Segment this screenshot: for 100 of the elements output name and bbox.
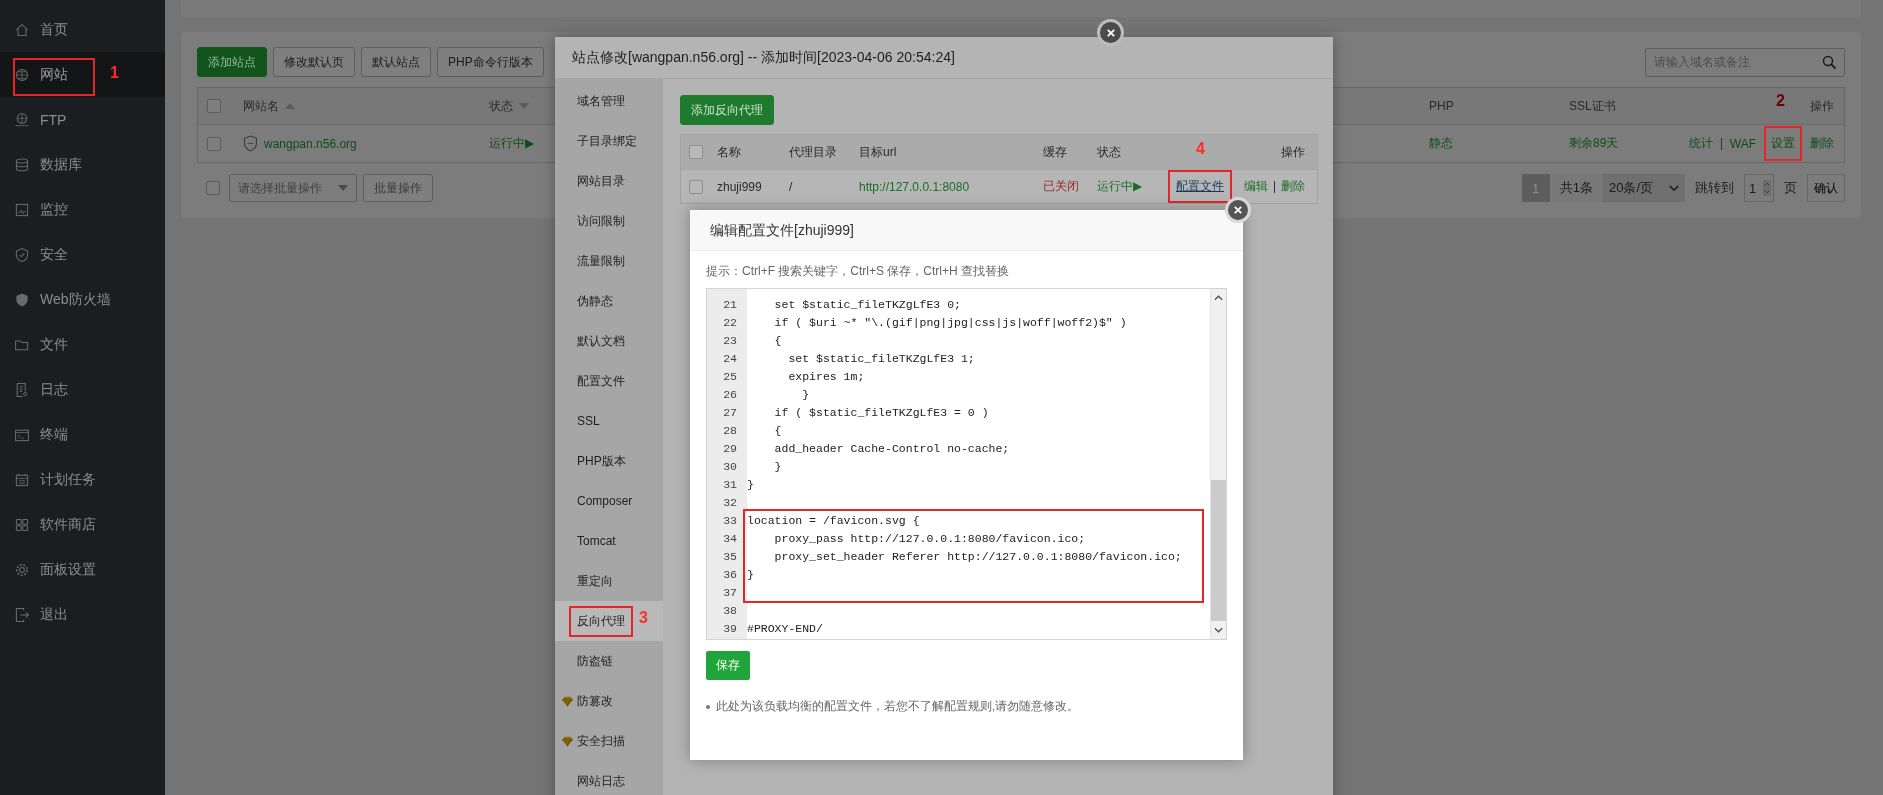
- chevron-up-icon[interactable]: [1213, 294, 1224, 302]
- action-link[interactable]: 删除: [1281, 178, 1305, 195]
- code-line: #PROXY-END/: [747, 621, 823, 635]
- line-number: 38: [722, 603, 738, 617]
- calendar-icon: [14, 471, 30, 488]
- diamond-icon: [561, 735, 574, 747]
- code-line: expires 1m;: [787, 369, 865, 383]
- column-header: 名称: [717, 143, 741, 161]
- cache-status-link[interactable]: 已关闭: [1043, 178, 1079, 195]
- sidebar-item[interactable]: 终端: [0, 412, 165, 457]
- toolbar-button[interactable]: 默认站点: [361, 47, 431, 77]
- sort-icon[interactable]: [519, 103, 529, 109]
- dialog-menu-item[interactable]: 配置文件: [555, 361, 663, 401]
- code-line: location = /favicon.svg {: [747, 513, 920, 527]
- checkbox[interactable]: [207, 99, 221, 113]
- target-url-link[interactable]: http://127.0.0.1:8080: [859, 179, 970, 194]
- table-cell-text: /: [789, 179, 794, 194]
- annotation-box: [569, 606, 633, 637]
- line-number: 30: [722, 459, 738, 473]
- code-line: set $static_fileTKZgLfE3 1;: [787, 351, 975, 365]
- annotation-number: 2: [1776, 92, 1785, 110]
- dialog-menu-item[interactable]: 流量限制: [555, 241, 663, 281]
- dialog-menu-item[interactable]: 网站日志: [555, 761, 663, 795]
- sidebar-item[interactable]: 面板设置: [0, 547, 165, 592]
- column-header[interactable]: 网站名: [243, 97, 279, 115]
- chevron-down-icon[interactable]: [1213, 626, 1224, 634]
- search-icon[interactable]: [1822, 54, 1837, 70]
- toolbar-button[interactable]: 添加站点: [197, 47, 267, 77]
- logout-icon: [14, 606, 30, 623]
- column-header[interactable]: 状态: [489, 97, 513, 115]
- confirm-button[interactable]: 确认: [1807, 174, 1845, 202]
- dialog-menu-item[interactable]: 安全扫描: [555, 721, 663, 761]
- line-number: 33: [722, 513, 738, 527]
- sidebar-item[interactable]: 退出: [0, 592, 165, 637]
- action-link[interactable]: 配置文件: [1176, 178, 1224, 195]
- dialog-menu-item[interactable]: 域名管理: [555, 81, 663, 121]
- dialog-menu-item[interactable]: SSL: [555, 401, 663, 441]
- globe-icon: [14, 66, 30, 83]
- sidebar-item[interactable]: FTP: [0, 97, 165, 142]
- sidebar-item[interactable]: 监控: [0, 187, 165, 232]
- dialog-menu-item[interactable]: 默认文档: [555, 321, 663, 361]
- page-size-select[interactable]: 20条/页: [1602, 174, 1685, 202]
- line-number: 25: [722, 369, 738, 383]
- code-line: {: [773, 333, 782, 347]
- dialog-menu-item[interactable]: Composer: [555, 481, 663, 521]
- line-number: 24: [722, 351, 738, 365]
- action-link[interactable]: 编辑: [1244, 178, 1268, 195]
- toolbar-button[interactable]: PHP命令行版本: [437, 47, 544, 77]
- sidebar-item[interactable]: 数据库: [0, 142, 165, 187]
- line-number: 31: [722, 477, 738, 491]
- sidebar-item[interactable]: Web防火墙: [0, 277, 165, 322]
- column-header: 操作: [1810, 97, 1834, 115]
- checkbox[interactable]: [206, 181, 220, 195]
- column-header: PHP: [1429, 99, 1454, 113]
- dialog-menu-item[interactable]: 子目录绑定: [555, 121, 663, 161]
- settings-icon: [14, 561, 30, 578]
- dialog-menu-item[interactable]: 防盗链: [555, 641, 663, 681]
- toolbar-button[interactable]: 修改默认页: [273, 47, 355, 77]
- checkbox[interactable]: [689, 145, 703, 159]
- checkbox[interactable]: [207, 136, 221, 151]
- code-editor[interactable]: [706, 288, 1227, 640]
- dialog-menu-item[interactable]: 访问限制: [555, 201, 663, 241]
- line-number: 23: [722, 333, 738, 347]
- dialog-menu-item[interactable]: 伪静态: [555, 281, 663, 321]
- dialog-menu-item[interactable]: 网站目录: [555, 161, 663, 201]
- sidebar-item[interactable]: 软件商店: [0, 502, 165, 547]
- scrollbar[interactable]: [1210, 289, 1226, 639]
- monitor-icon: [14, 201, 30, 218]
- line-number: 34: [722, 531, 738, 545]
- sidebar-item[interactable]: 日志: [0, 367, 165, 412]
- sidebar-item[interactable]: 计划任务: [0, 457, 165, 502]
- checkbox[interactable]: [689, 179, 703, 194]
- sidebar-item[interactable]: 文件: [0, 322, 165, 367]
- sidebar-item[interactable]: 安全: [0, 232, 165, 277]
- line-number: 32: [722, 495, 738, 509]
- code-line: if ( $uri ~* "\.(gif|png|jpg|css|js|woff|woff2)$" ): [773, 315, 1127, 329]
- status-link[interactable]: 运行中▶: [1097, 178, 1143, 195]
- column-header: 代理目录: [789, 143, 837, 161]
- globe-icon: [14, 111, 30, 128]
- dialog-menu-item[interactable]: Tomcat: [555, 521, 663, 561]
- annotation-number: 1: [110, 64, 119, 82]
- page-input[interactable]: 1: [1744, 174, 1774, 202]
- dialog-title: 编辑配置文件[zhuji999]: [690, 210, 1243, 251]
- batch-button[interactable]: 批量操作: [363, 174, 433, 202]
- scrollbar-thumb[interactable]: [1211, 479, 1226, 621]
- shield-icon: [243, 135, 258, 152]
- dialog-menu-item[interactable]: 防篡改: [555, 681, 663, 721]
- sidebar-item[interactable]: 首页: [0, 7, 165, 52]
- line-number: 28: [722, 423, 738, 437]
- note-text: 此处为该负载均衡的配置文件，若您不了解配置规则,请勿随意修改。: [716, 699, 1080, 714]
- database-icon: [14, 156, 30, 173]
- add-proxy-button[interactable]: 添加反向代理: [680, 95, 774, 125]
- chevron-icon: [1669, 184, 1679, 192]
- line-number: 39: [722, 621, 738, 635]
- save-button[interactable]: 保存: [706, 651, 750, 680]
- sort-icon[interactable]: [285, 103, 295, 109]
- spinner-icon[interactable]: [1763, 180, 1771, 196]
- dialog-menu-item[interactable]: PHP版本: [555, 441, 663, 481]
- dialog-menu-item[interactable]: 重定向: [555, 561, 663, 601]
- code-line: set $static_fileTKZgLfE3 0;: [773, 297, 961, 311]
